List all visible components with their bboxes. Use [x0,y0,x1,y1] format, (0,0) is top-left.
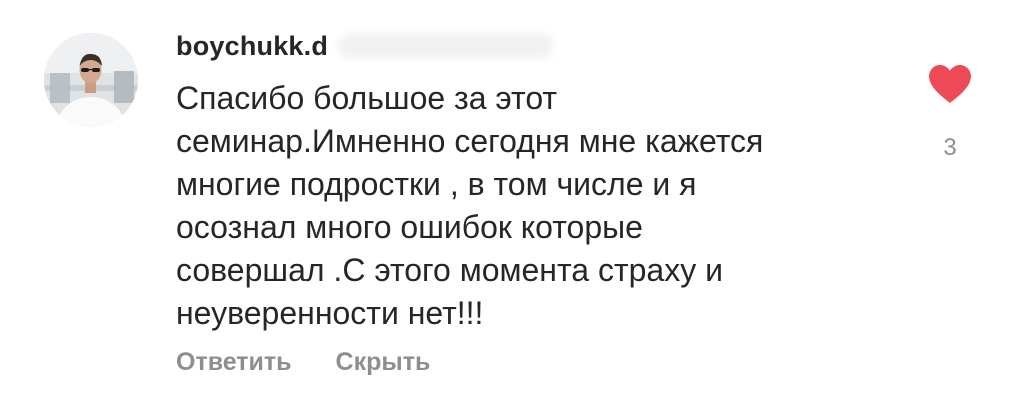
heart-icon[interactable] [927,64,973,104]
hide-button[interactable]: Скрыть [336,348,431,377]
comment-text-line: семинар.Имненно сегодня мне кажется [176,123,764,159]
avatar[interactable] [44,33,138,127]
like-count: 3 [943,134,957,161]
like-control: 3 [926,64,974,162]
comment-text: Спасибо большое за этот семинар.Имненно … [176,77,896,335]
comment-item: boychukk.d Спасибо большое за этот семин… [0,0,1024,402]
comment-actions: Ответить Скрыть [176,348,430,377]
comment-text-line: Спасибо большое за этот [176,80,558,116]
comment-text-line: неуверенности нет!!! [176,295,484,331]
comment-text-line: осознал много ошибок которые [176,209,643,245]
username-link[interactable]: boychukk.d [176,31,328,62]
reply-button[interactable]: Ответить [176,348,292,377]
redacted-text [338,34,554,58]
comment-text-line: совершал .С этого момента страху и [176,252,723,288]
avatar-photo [44,33,138,127]
comment-text-line: многие подростки , в том числе и я [176,166,697,202]
username-row: boychukk.d [176,26,554,66]
